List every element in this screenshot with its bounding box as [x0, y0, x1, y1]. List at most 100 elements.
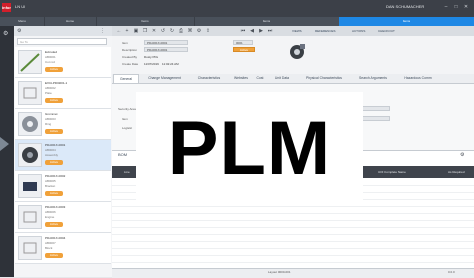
- status-badge: Active: [45, 160, 63, 165]
- item-label: Item: [122, 41, 128, 45]
- back-icon[interactable]: ←: [116, 28, 122, 34]
- table-row[interactable]: [112, 221, 474, 228]
- status-badge: Active: [45, 98, 63, 103]
- item-desc: Plate: [45, 91, 52, 95]
- item-field[interactable]: PDx001X-0001: [144, 40, 188, 45]
- item-thumbnail: [18, 112, 42, 136]
- item-id: AB0005: [45, 179, 56, 183]
- item-revision-field[interactable]: 0001: [233, 40, 253, 45]
- col-line[interactable]: Line: [124, 166, 130, 178]
- tab-unit-data[interactable]: Unit Data: [267, 74, 297, 83]
- list-item[interactable]: PDx001X-0004 AB0007 Block Active: [15, 233, 111, 264]
- footer-status: Layout 0000-001: [268, 270, 291, 274]
- item-id: AB0004: [45, 148, 56, 152]
- redo-icon[interactable]: ↻: [169, 28, 175, 34]
- copy-icon[interactable]: ❐: [142, 28, 148, 34]
- table-row[interactable]: [112, 256, 474, 263]
- item-id: AB0003: [45, 117, 56, 121]
- minimize-icon[interactable]: –: [442, 3, 450, 11]
- previous-record-icon[interactable]: ◀: [249, 28, 255, 34]
- tab-hazardous-comm[interactable]: Hazardous Comm: [395, 74, 441, 83]
- created-by-label: Created By: [122, 55, 138, 59]
- created-by-value: Dusty PDx: [144, 55, 159, 59]
- gear-icon[interactable]: ⚙: [3, 30, 11, 38]
- list-item[interactable]: EXCLPDI4001-1 AB0002 Plate Active: [15, 78, 111, 109]
- item-name: Grommet: [45, 112, 58, 116]
- footer-right: 0.0.0: [448, 270, 455, 274]
- next-record-icon[interactable]: ▶: [258, 28, 264, 34]
- item-name: PDx001X-0001: [45, 143, 66, 147]
- tab-change-management[interactable]: Change Management: [140, 74, 189, 83]
- plm-overlay-text: PLM: [167, 106, 332, 191]
- security-area-field[interactable]: [360, 106, 390, 111]
- item-type-field[interactable]: [360, 116, 390, 121]
- tab-menu[interactable]: Menu: [0, 17, 45, 26]
- status-badge: Active: [45, 222, 63, 227]
- list-header: [14, 26, 112, 36]
- tab-characteristics[interactable]: Characteristics: [189, 74, 229, 83]
- left-arrow-icon: [0, 137, 9, 151]
- user-name[interactable]: DAN SCHUMACHER: [386, 4, 424, 9]
- tab-physical-characteristics[interactable]: Physical Characteristics: [297, 74, 351, 83]
- tab-cost[interactable]: Cost: [253, 74, 267, 83]
- table-row[interactable]: [112, 235, 474, 242]
- item-id: AB0007: [45, 241, 56, 245]
- top-bar: infor LN UI DAN SCHUMACHER – □ ✕: [0, 0, 474, 17]
- table-row[interactable]: [112, 249, 474, 256]
- actions-menu[interactable]: ACTIONS: [352, 28, 365, 34]
- tab-items-1[interactable]: Items: [96, 17, 195, 26]
- status-badge: Active: [45, 191, 63, 196]
- undo-icon[interactable]: ↺: [160, 28, 166, 34]
- table-row[interactable]: [112, 228, 474, 235]
- table-row[interactable]: [112, 214, 474, 221]
- item-name: PDx001X-0002: [45, 174, 66, 178]
- save-icon[interactable]: ▣: [133, 28, 139, 34]
- col-as-required[interactable]: As Required: [448, 166, 465, 178]
- tab-items-2[interactable]: Items: [194, 17, 340, 26]
- item-id: AB0002: [45, 86, 56, 90]
- tab-items-active[interactable]: Items: [339, 17, 474, 26]
- maximize-icon[interactable]: □: [452, 3, 460, 11]
- close-icon[interactable]: ✕: [462, 3, 470, 11]
- print-icon[interactable]: ⎙: [178, 28, 184, 34]
- tab-search-arguments[interactable]: Search Arguments: [351, 74, 395, 83]
- share-icon[interactable]: ⇪: [205, 28, 211, 34]
- first-record-icon[interactable]: ⏮: [240, 28, 246, 34]
- item-desc: Block: [45, 246, 53, 250]
- item-name: Extruded: [45, 50, 58, 54]
- description-field[interactable]: PDx001X-0001: [144, 47, 188, 52]
- last-record-icon[interactable]: ⏭: [267, 28, 273, 34]
- grid-title: BOM: [118, 152, 128, 157]
- list-item-selected[interactable]: PDx001X-0001 AB0004 Assembly Active: [15, 140, 111, 171]
- col-uoi-complete-name[interactable]: UOI Complete Name: [378, 166, 406, 178]
- app-title: LN UI: [15, 4, 26, 9]
- security-area-label: Security Area: [118, 107, 136, 111]
- item-name: EXCLPDI4001-1: [45, 81, 68, 85]
- list-item[interactable]: Extruded AB0001 Cut rod Active: [15, 47, 111, 78]
- item-preview-image[interactable]: [286, 41, 308, 63]
- tab-general[interactable]: General: [113, 74, 139, 83]
- status-badge: Active: [45, 253, 63, 258]
- attach-icon[interactable]: ⌘: [187, 28, 193, 34]
- checkout-menu[interactable]: CHECKOUT: [378, 28, 395, 34]
- table-row[interactable]: [112, 242, 474, 249]
- list-settings-icon[interactable]: ⚙: [17, 28, 23, 34]
- table-row[interactable]: [112, 207, 474, 214]
- tab-home[interactable]: Home: [44, 17, 97, 26]
- create-date-value: 11/07/2019: [144, 62, 159, 66]
- references-menu[interactable]: REFERENCES: [315, 28, 336, 34]
- new-icon[interactable]: +: [124, 28, 130, 34]
- item-thumbnail: [18, 236, 42, 260]
- list-item[interactable]: PDx001X-0003 AB0006 Engine Active: [15, 202, 111, 233]
- tab-websites[interactable]: Websites: [229, 74, 253, 83]
- views-menu[interactable]: VIEWS: [292, 28, 302, 34]
- item-id: AB0006: [45, 210, 56, 214]
- item-name: PDx001X-0004: [45, 236, 66, 240]
- grid-settings-icon[interactable]: ⚙: [460, 152, 464, 158]
- settings-icon[interactable]: ⚙: [196, 28, 202, 34]
- delete-icon[interactable]: ✕: [151, 28, 157, 34]
- list-item[interactable]: PDx001X-0002 AB0005 Bracket Active: [15, 171, 111, 202]
- search-input[interactable]: Go To: [17, 38, 107, 45]
- list-item[interactable]: Grommet AB0003 Ring Active: [15, 109, 111, 140]
- list-menu-icon[interactable]: ⋮: [100, 28, 106, 34]
